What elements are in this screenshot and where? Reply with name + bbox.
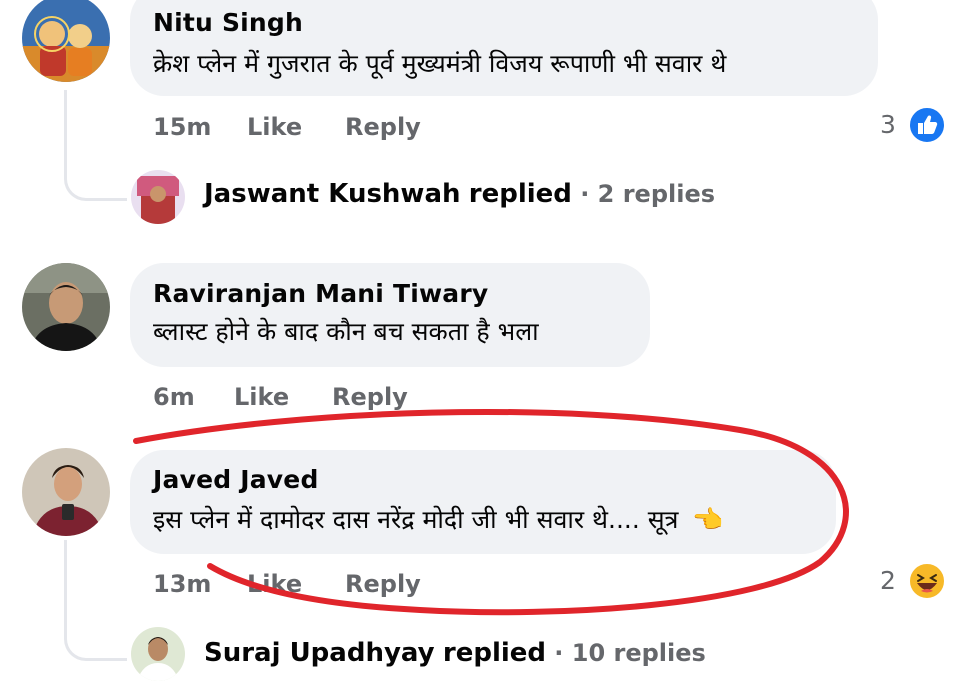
avatar-image <box>22 0 110 82</box>
avatar-javed-javed[interactable] <box>22 448 110 536</box>
avatar-image <box>131 627 185 681</box>
comment-timestamp[interactable]: 13m <box>153 570 211 598</box>
comment-text: क्रेश प्लेन में गुजरात के पूर्व मुख्यमंत… <box>153 49 727 78</box>
comment-author[interactable]: Nitu Singh <box>153 8 303 37</box>
comment-author[interactable]: Javed Javed <box>153 465 319 494</box>
comment-text: ब्लास्ट होने के बाद कौन बच सकता है भला <box>153 317 539 346</box>
replied-label: replied <box>442 638 547 668</box>
comment-text: इस प्लेन में दामोदर दास नरेंद्र मोदी जी … <box>153 502 724 536</box>
avatar-jaswant-kushwah[interactable] <box>131 170 185 224</box>
like-reaction-icon[interactable] <box>908 106 946 144</box>
reply-button[interactable]: Reply <box>345 570 421 598</box>
reaction-count[interactable]: 3 <box>880 110 896 139</box>
comment-timestamp[interactable]: 6m <box>153 383 195 411</box>
replier-name[interactable]: Suraj Upadhyay <box>204 638 435 668</box>
avatar-image <box>22 448 110 536</box>
avatar-image <box>22 263 110 351</box>
replier-name[interactable]: Jaswant Kushwah <box>204 179 461 209</box>
thread-connector <box>64 90 127 201</box>
comment-author[interactable]: Raviranjan Mani Tiwary <box>153 279 488 308</box>
thread-connector <box>64 540 127 661</box>
comment-text-body: इस प्लेन में दामोदर दास नरेंद्र मोदी जी … <box>153 505 679 534</box>
reply-button[interactable]: Reply <box>345 113 421 141</box>
reaction-count[interactable]: 2 <box>880 566 896 595</box>
like-button[interactable]: Like <box>247 570 302 598</box>
view-replies-link[interactable]: Suraj Upadhyay replied · 10 replies <box>204 638 706 668</box>
pointing-hand-emoji: 👈 <box>692 505 724 534</box>
replied-label: replied <box>468 179 572 209</box>
reply-button[interactable]: Reply <box>332 383 408 411</box>
comment-timestamp[interactable]: 15m <box>153 113 211 141</box>
view-replies-link[interactable]: Jaswant Kushwah replied · 2 replies <box>204 179 715 209</box>
avatar-raviranjan-mani-tiwary[interactable] <box>22 263 110 351</box>
like-button[interactable]: Like <box>234 383 289 411</box>
haha-reaction-icon[interactable] <box>908 562 946 600</box>
reply-count[interactable]: · 2 replies <box>580 180 715 208</box>
like-button[interactable]: Like <box>247 113 302 141</box>
reply-count[interactable]: · 10 replies <box>554 639 706 667</box>
avatar-nitu-singh[interactable] <box>22 0 110 82</box>
avatar-image <box>131 170 185 224</box>
avatar-suraj-upadhyay[interactable] <box>131 627 185 681</box>
